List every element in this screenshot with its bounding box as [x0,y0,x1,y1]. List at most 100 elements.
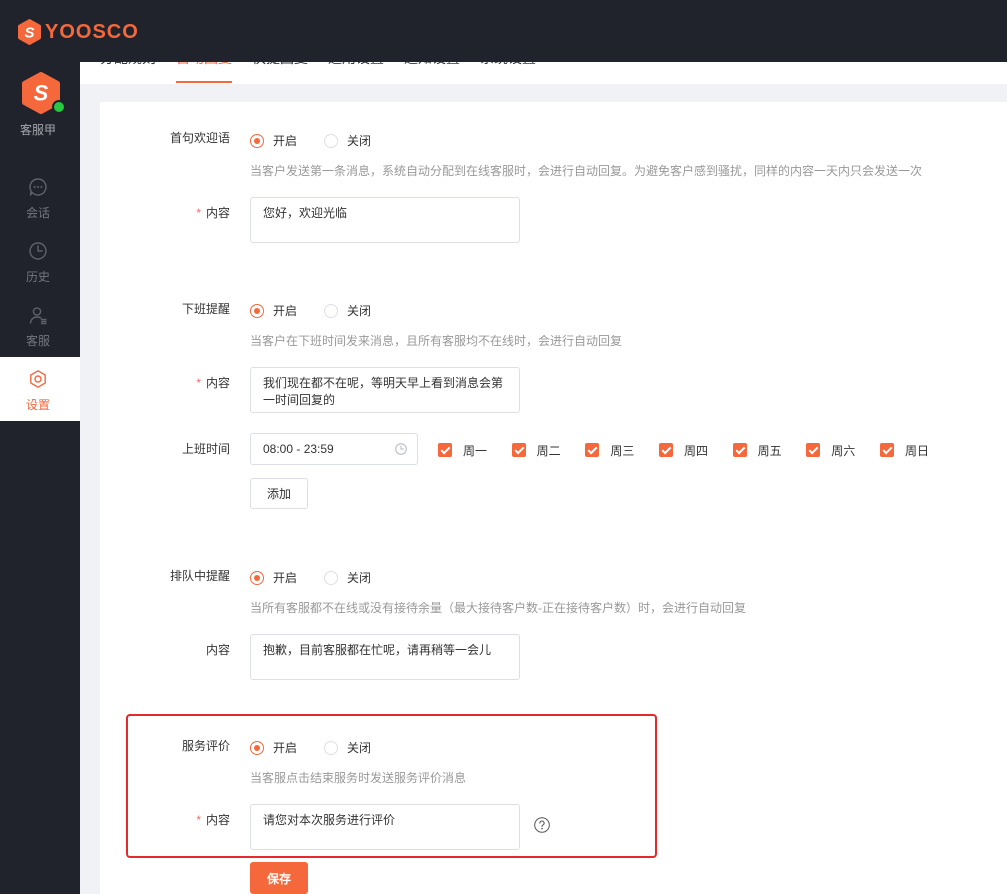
checkbox-box [806,443,821,457]
checkbox-label: 周四 [683,443,708,458]
checkbox-box [511,443,526,457]
brand-name: YOOSCO [45,21,139,43]
day-checkbox-wed[interactable]: 周三 [585,440,659,460]
queue-content-textarea[interactable]: 抱歉，目前客服都在忙呢，请再稍等一会儿 [250,634,520,680]
checkbox-label: 周二 [536,443,561,458]
sidebar-item-chat[interactable]: 会话 [0,165,80,229]
day-checkbox-mon[interactable]: 周一 [438,440,512,460]
content-label-text: 内容 [205,643,230,657]
radio-label: 关闭 [347,741,372,755]
radio-dot [324,134,339,148]
question-circle-icon[interactable] [534,817,550,833]
welcome-on-radio[interactable]: 开启 [250,131,297,151]
checkbox-label: 周日 [904,443,929,458]
day-checkbox-sun[interactable]: 周日 [879,440,954,460]
queue-off-radio[interactable]: 关闭 [324,568,371,588]
welcome-content-label: 内容 [100,203,230,223]
chat-icon [29,178,47,196]
clock-icon [395,443,407,455]
sidebar-item-label: 设置 [25,398,50,412]
content-label-text: 内容 [205,206,230,220]
agent-name: 客服甲 [19,123,56,137]
auto-reply-form: 首句欢迎语 开启 关闭 当客户发送第一条消息，系统自动分配到在线客服时，会进行自… [100,102,1007,894]
offline-description: 当客户在下班时间发来消息，且所有客服均不在线时，会进行自动回复 [250,334,623,348]
queue-on-radio[interactable]: 开启 [250,568,297,588]
day-checkbox-fri[interactable]: 周五 [732,440,807,460]
content-label-text: 内容 [205,813,230,827]
radio-label: 关闭 [347,134,372,148]
queue-toggle: 开启 关闭 [250,568,398,588]
rating-toggle: 开启 关闭 [250,738,398,758]
checkbox-box [658,443,673,457]
rating-description: 当客服点击结束服务时发送服务评价消息 [250,771,467,785]
avatar-letter: S [34,81,49,106]
radio-dot [250,304,264,318]
top-header: S YOOSCO [0,0,1007,62]
sidebar-item-settings[interactable]: 设置 [0,357,80,421]
rating-on-radio[interactable]: 开启 [250,738,297,758]
day-checkbox-sat[interactable]: 周六 [806,440,880,460]
welcome-off-radio[interactable]: 关闭 [324,131,371,151]
save-button[interactable]: 保存 [250,862,308,894]
settings-icon [30,370,46,388]
checkbox-box [438,443,452,457]
checkbox-box [585,443,600,457]
day-checkbox-tue[interactable]: 周二 [511,440,586,460]
radio-dot [324,571,339,585]
queue-content-label: 内容 [100,640,230,660]
rating-off-radio[interactable]: 关闭 [324,738,371,758]
offline-label: 下班提醒 [181,302,230,316]
radio-dot [250,741,264,755]
sidebar-item-agents[interactable]: 客服 [0,293,80,357]
radio-label: 开启 [273,571,298,585]
queue-description: 当所有客服都不在线或没有接待余量（最大接待客户数-正在接待客户数）时，会进行自动… [250,601,746,615]
logo-letter: S [24,25,34,42]
offline-on-radio[interactable]: 开启 [250,301,297,321]
queue-label: 排队中提醒 [169,569,230,583]
welcome-toggle: 开启 关闭 [250,131,398,151]
radio-label: 开启 [273,134,298,148]
checkbox-label: 周六 [831,443,856,458]
add-work-time-button[interactable]: 添加 [250,478,308,509]
radio-dot [250,134,264,148]
checkbox-label: 周五 [757,443,782,458]
radio-label: 关闭 [347,304,372,318]
sidebar: S 客服甲 会话 历史 客服 设置 [0,62,80,894]
clock-icon [29,242,47,260]
hexagon-logo-icon: S [18,19,41,45]
checkbox-box [879,443,894,457]
offline-content-label: 内容 [100,373,230,393]
radio-dot [250,571,264,585]
work-time-value: 08:00 - 23:59 [263,442,334,456]
content-label-text: 内容 [205,376,230,390]
offline-off-radio[interactable]: 关闭 [324,301,371,321]
work-days: 周一 周二 周三 周四 周五 周六 周日 [438,440,954,460]
agent-icon [29,307,47,325]
work-time-label: 上班时间 [181,442,230,456]
checkbox-label: 周一 [463,443,488,458]
work-time-range-picker[interactable]: 08:00 - 23:59 [250,433,418,465]
checkbox-box [732,443,747,457]
offline-toggle: 开启 关闭 [250,301,398,321]
online-status-dot [52,100,66,114]
offline-content-textarea[interactable]: 我们现在都不在呢，等明天早上看到消息会第一时间回复的 [250,367,520,413]
sidebar-item-label: 会话 [25,206,50,220]
radio-dot [324,304,339,318]
sidebar-nav: 会话 历史 客服 设置 [0,165,80,421]
rating-content-textarea[interactable]: 请您对本次服务进行评价 [250,804,520,850]
welcome-content-textarea[interactable]: 您好，欢迎光临 [250,197,520,243]
sidebar-item-label: 历史 [25,270,50,284]
sidebar-item-history[interactable]: 历史 [0,229,80,293]
rating-label: 服务评价 [181,739,230,753]
brand-logo[interactable]: S YOOSCO [18,18,139,46]
radio-label: 开启 [273,741,298,755]
radio-label: 关闭 [347,571,372,585]
sidebar-item-label: 客服 [25,334,50,348]
welcome-description: 当客户发送第一条消息，系统自动分配到在线客服时，会进行自动回复。为避免客户感到骚… [250,164,923,178]
rating-content-label: 内容 [100,810,230,830]
checkbox-label: 周三 [610,443,635,458]
radio-label: 开启 [273,304,298,318]
day-checkbox-thu[interactable]: 周四 [658,440,733,460]
radio-dot [324,741,339,755]
welcome-label: 首句欢迎语 [169,131,230,145]
